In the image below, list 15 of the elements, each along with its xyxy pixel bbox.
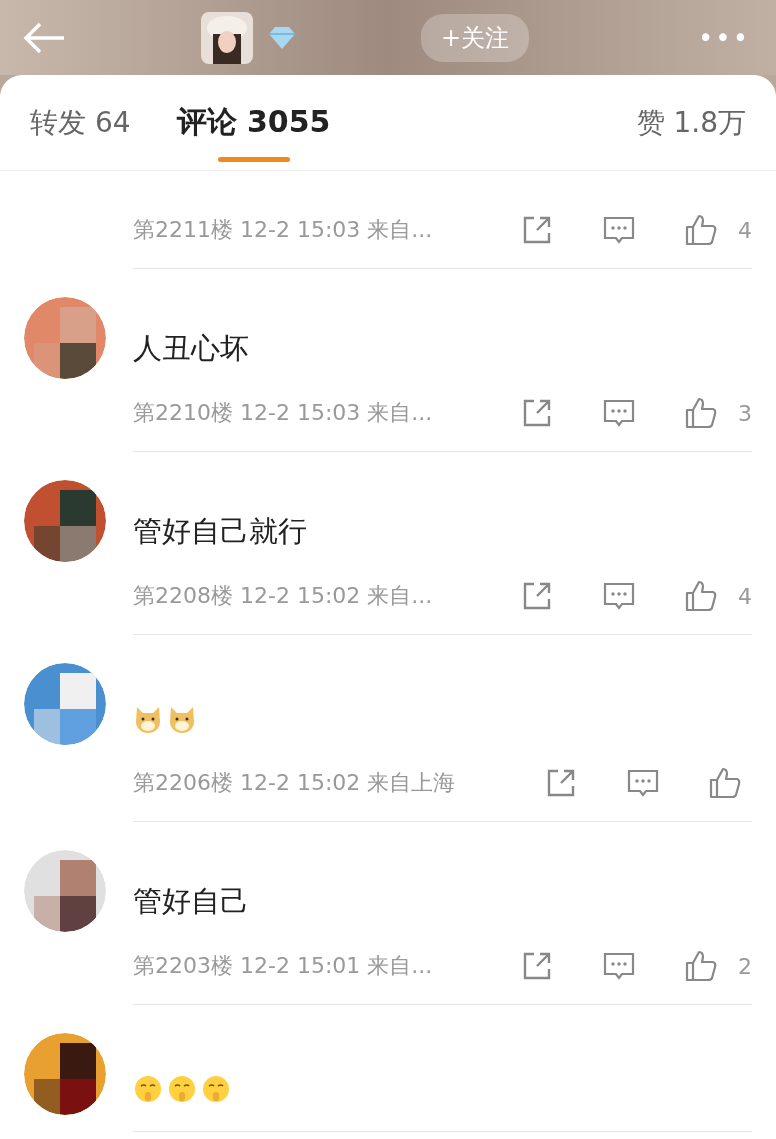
comment-meta: 第2203楼 12-2 15:01 来自...: [133, 952, 434, 980]
like-count: 4: [737, 583, 752, 609]
comment-text: 管好自己就行: [133, 513, 308, 550]
comment-meta: 第2211楼 12-2 15:03 来自...: [133, 216, 434, 244]
comment-meta: 第2206楼 12-2 15:02 来自上海: [133, 769, 457, 797]
comment-meta: 第2210楼 12-2 15:03 来自...: [133, 399, 434, 427]
tab[interactable]: 赞 1.8万: [636, 75, 746, 170]
tab[interactable]: 评论 3055: [176, 75, 331, 170]
like-count: 4: [737, 217, 752, 243]
tab[interactable]: 转发 64: [30, 75, 131, 170]
comment-text: 人丑心坏: [133, 330, 250, 367]
like-count: 2: [737, 953, 752, 979]
comment-meta: 第2208楼 12-2 15:02 来自...: [133, 582, 434, 610]
like-count: 3: [737, 400, 752, 426]
comment-text: 管好自己: [133, 883, 250, 920]
